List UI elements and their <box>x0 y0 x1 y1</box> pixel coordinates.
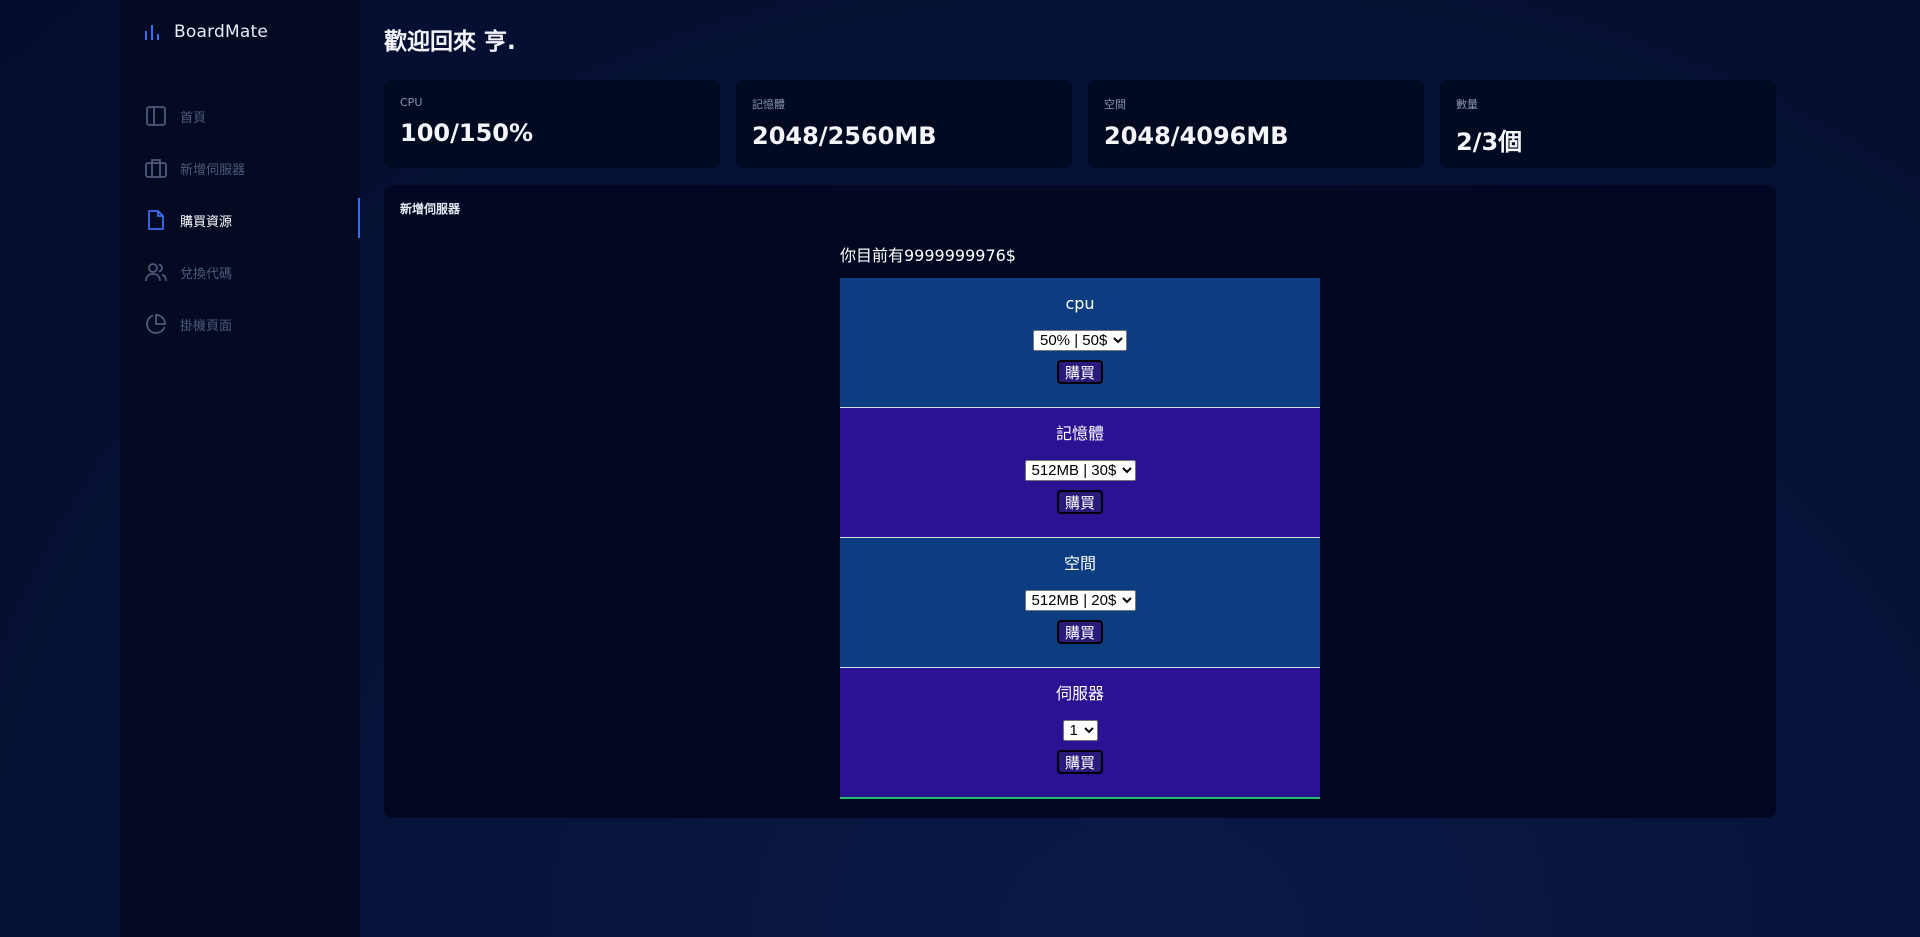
cpu-select[interactable]: 50% | 50$ <box>1033 330 1127 351</box>
stat-card-disk: 空間 2048/4096MB <box>1088 80 1424 168</box>
sidebar-item-afk-page[interactable]: 掛機頁面 <box>120 298 360 350</box>
stat-value: 100/150% <box>400 119 534 147</box>
disk-select[interactable]: 512MB | 20$ <box>1024 590 1136 611</box>
purchase-panel: 新增伺服器 你目前有9999999976$ cpu 50% | 50$ 購買 記… <box>384 185 1776 818</box>
panel-title: 新增伺服器 <box>400 202 461 216</box>
buy-server-button[interactable]: 購買 <box>1056 750 1103 774</box>
server-count-select[interactable]: 1 <box>1062 720 1098 741</box>
shop-list: cpu 50% | 50$ 購買 記憶體 512MB | 30$ 購買 空間 5… <box>840 278 1320 799</box>
sidebar-item-add-server[interactable]: 新增伺服器 <box>120 142 360 194</box>
sidebar-nav: 首頁 新增伺服器 購買資源 兌換代碼 掛機頁面 <box>120 90 360 350</box>
stat-label: 記憶體 <box>752 98 785 111</box>
bar-chart-icon <box>144 23 160 41</box>
shop-block-disk: 空間 512MB | 20$ 購買 <box>840 538 1320 668</box>
memory-select[interactable]: 512MB | 30$ <box>1024 460 1136 481</box>
stat-label: CPU <box>400 96 423 109</box>
shop-title: 伺服器 <box>1055 684 1104 703</box>
briefcase-icon <box>144 156 168 180</box>
stat-label: 空間 <box>1104 98 1126 111</box>
shop-block-cpu: cpu 50% | 50$ 購買 <box>840 278 1320 408</box>
buy-disk-button[interactable]: 購買 <box>1056 620 1103 644</box>
users-icon <box>144 260 168 284</box>
stat-card-count: 數量 2/3個 <box>1440 80 1776 168</box>
sidebar-item-label: 購買資源 <box>180 214 233 230</box>
shop-title: 記憶體 <box>1055 424 1104 443</box>
stats-row: CPU 100/150% 記憶體 2048/2560MB 空間 2048/409… <box>384 80 1776 168</box>
sidebar-item-label: 掛機頁面 <box>180 318 233 334</box>
stat-value: 2048/2560MB <box>752 122 937 150</box>
stat-card-memory: 記憶體 2048/2560MB <box>736 80 1072 168</box>
buy-cpu-button[interactable]: 購買 <box>1056 360 1103 384</box>
sidebar-item-label: 首頁 <box>180 110 207 126</box>
page-title: 歡迎回來 亨. <box>384 29 516 55</box>
brand[interactable]: BoardMate <box>144 22 268 42</box>
shop-title: cpu <box>1065 294 1095 313</box>
stat-card-cpu: CPU 100/150% <box>384 80 720 168</box>
layout-icon <box>144 104 168 128</box>
sidebar-item-label: 新增伺服器 <box>180 162 246 178</box>
balance-text: 你目前有9999999976$ <box>840 246 1016 265</box>
shop-block-server: 伺服器 1 購買 <box>840 668 1320 799</box>
stat-value: 2048/4096MB <box>1104 122 1289 150</box>
pie-chart-icon <box>144 312 168 336</box>
file-icon <box>144 208 168 232</box>
brand-name: BoardMate <box>174 22 268 42</box>
shop-block-memory: 記憶體 512MB | 30$ 購買 <box>840 408 1320 538</box>
sidebar-item-buy-resources[interactable]: 購買資源 <box>120 194 360 246</box>
stat-value: 2/3個 <box>1456 128 1523 156</box>
sidebar-item-home[interactable]: 首頁 <box>120 90 360 142</box>
sidebar-item-label: 兌換代碼 <box>180 266 233 282</box>
buy-memory-button[interactable]: 購買 <box>1056 490 1103 514</box>
sidebar-item-redeem-code[interactable]: 兌換代碼 <box>120 246 360 298</box>
shop-title: 空間 <box>1063 554 1096 573</box>
sidebar: BoardMate 首頁 新增伺服器 購買資源 兌換代碼 掛機頁面 <box>120 0 360 937</box>
stat-label: 數量 <box>1456 98 1478 111</box>
